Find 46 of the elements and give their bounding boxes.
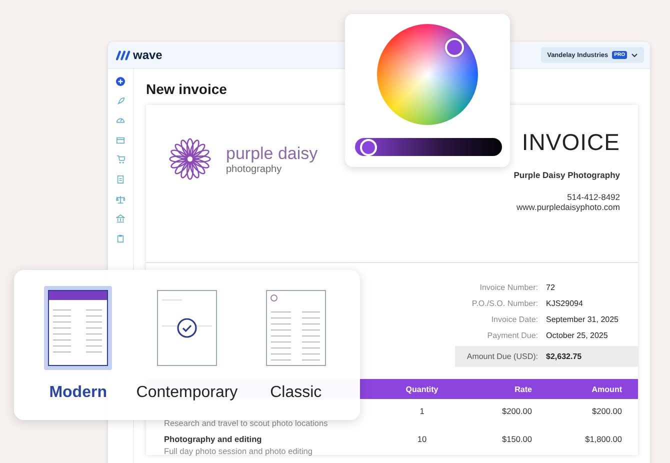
bank-icon[interactable] [116, 214, 125, 224]
page-title: New invoice [146, 81, 228, 97]
company-website: www.purpledaisyphoto.com [516, 202, 620, 212]
brand-tagline: photography [226, 164, 283, 174]
logo-icon [116, 50, 131, 60]
quantity-cell-text: 1 [418, 406, 426, 416]
cart-icon[interactable] [116, 155, 125, 164]
detail-label: P.O./S.O. Number: [470, 298, 538, 308]
clipboard-icon[interactable] [116, 234, 125, 243]
template-label[interactable]: Contemporary [136, 384, 238, 402]
column-header: Rate [514, 384, 532, 394]
detail-label: Invoice Date: [490, 314, 538, 324]
detail-value: 72 [545, 282, 555, 292]
quantity-cell-text: 10 [416, 434, 428, 444]
rate-cell-text: $200.00 [501, 406, 532, 416]
template-label[interactable]: Modern [49, 384, 107, 402]
brand-name: purple daisy [226, 144, 318, 164]
slider-thumb[interactable] [360, 139, 378, 156]
invoice-heading: INVOICE [522, 129, 620, 156]
logo-text: wave [133, 48, 162, 62]
brightness-slider[interactable] [355, 138, 502, 156]
company-phone: 514-412-8492 [567, 192, 620, 202]
amount-cell-text: $1,800.00 [584, 434, 623, 444]
amount-due-value: $2,632.75 [545, 352, 582, 361]
rate-cell-text: $150.00 [501, 434, 532, 444]
item-description: Full day photo session and photo editing [164, 446, 314, 456]
column-header: Quantity [404, 384, 440, 394]
template-label[interactable]: Classic [270, 384, 322, 402]
detail-value: KJS29094 [545, 298, 583, 308]
detail-value: September 31, 2025 [545, 314, 618, 324]
detail-label: Invoice Number: [478, 282, 538, 292]
amount-cell-text: $200.00 [591, 406, 623, 416]
amount-due-label: Amount Due (USD): [466, 352, 538, 361]
item-name: Photography and editing [164, 434, 263, 444]
item-description: Research and travel to scout photo locations [164, 418, 329, 428]
gauge-icon[interactable] [116, 116, 125, 126]
column-header: Amount [590, 384, 623, 394]
company-name: Purple Daisy Photography [514, 170, 620, 180]
detail-label: Payment Due: [486, 330, 538, 340]
daisy-flower-icon [168, 137, 212, 181]
plus-icon[interactable] [116, 77, 125, 86]
chevron-down-icon [631, 52, 638, 58]
detail-value: October 25, 2025 [545, 330, 608, 340]
card-icon[interactable] [116, 136, 125, 145]
scale-icon[interactable] [116, 194, 125, 204]
document-icon[interactable] [116, 174, 125, 184]
